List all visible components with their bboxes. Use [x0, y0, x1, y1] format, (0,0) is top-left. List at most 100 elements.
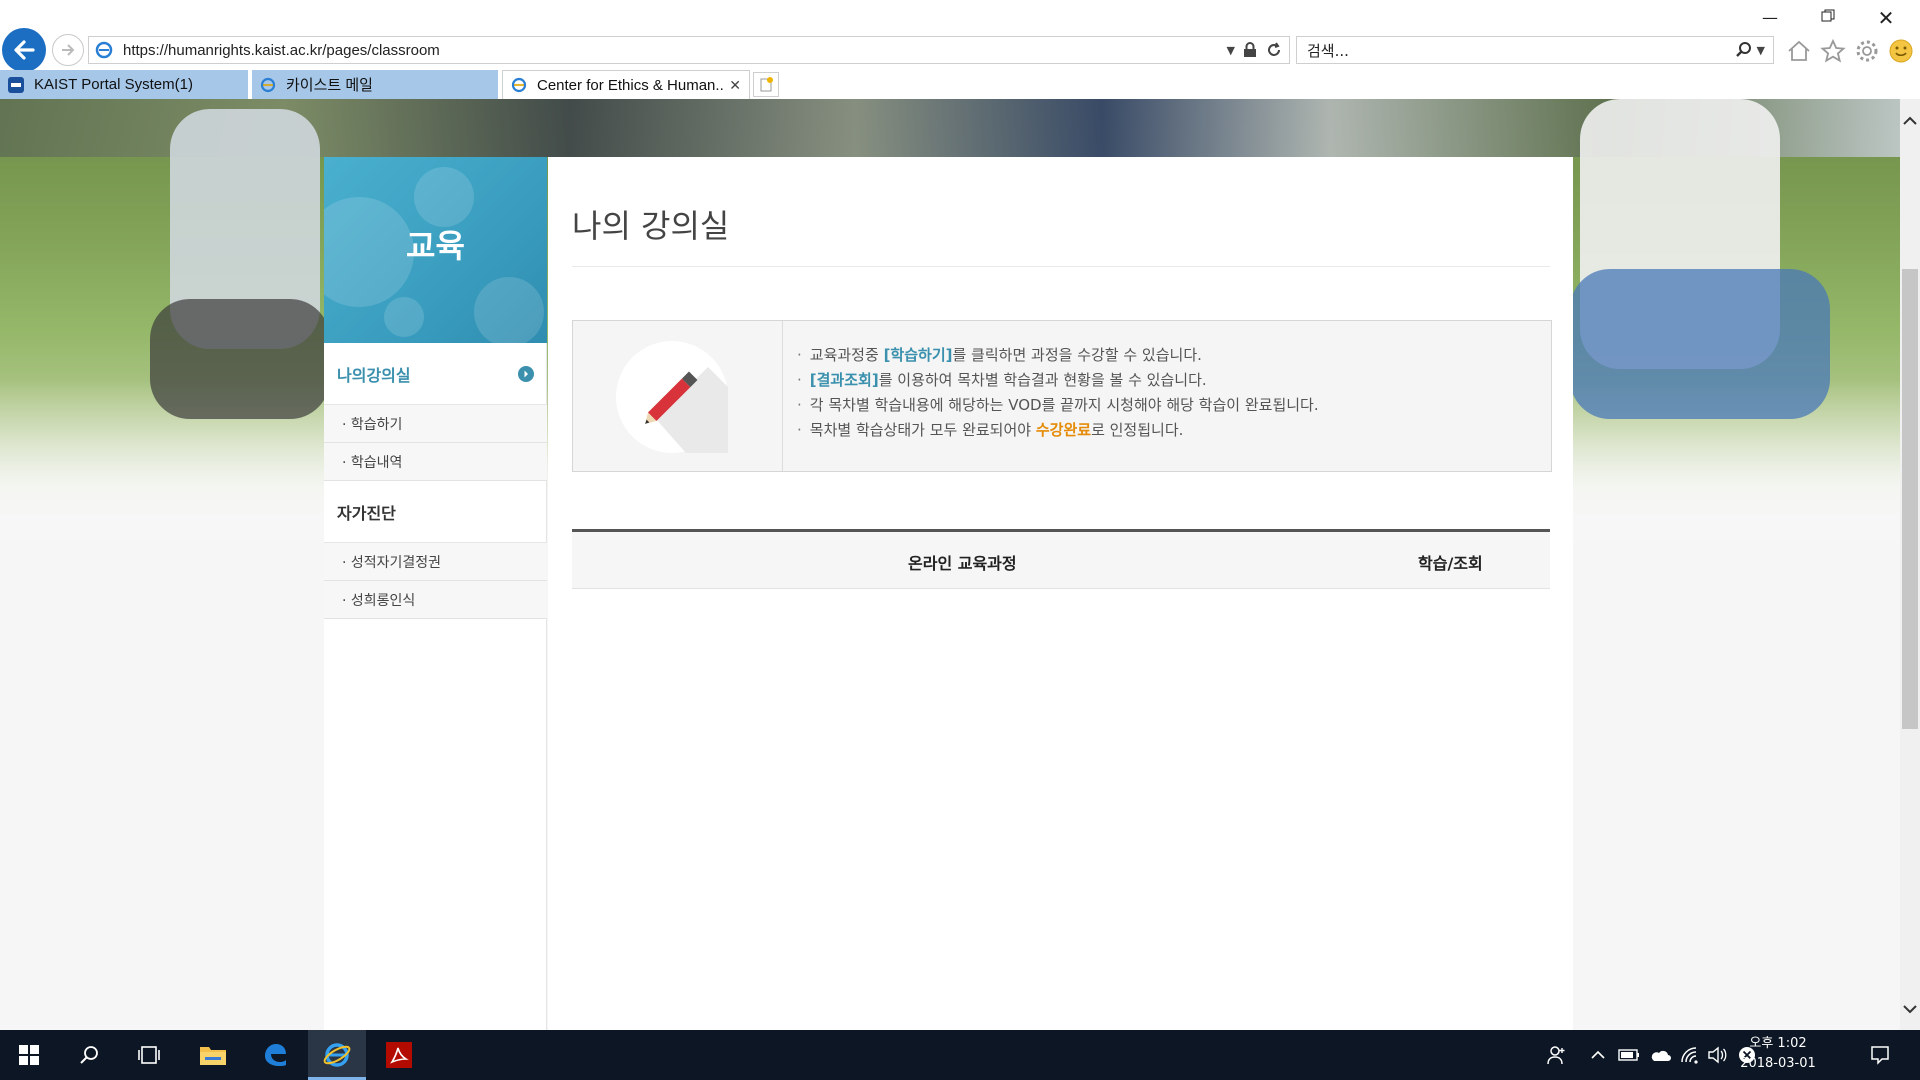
ie-page-icon [95, 41, 113, 59]
search-placeholder[interactable]: 검색... [1307, 40, 1735, 61]
sidebar-subitem-label: · 학습하기 [342, 416, 403, 433]
edge-button[interactable] [246, 1030, 304, 1080]
scroll-thumb[interactable] [1902, 269, 1918, 729]
feedback-smiley-icon[interactable] [1886, 36, 1916, 66]
acrobat-button[interactable] [370, 1030, 428, 1080]
tab-label: KAIST Portal System(1) [34, 76, 193, 93]
refresh-icon[interactable] [1265, 41, 1283, 59]
sidebar-subitem-label: · 성희롱인식 [342, 592, 416, 609]
tab-label: Center for Ethics & Human... [537, 76, 726, 94]
restore-icon [1821, 9, 1835, 22]
edge-icon [265, 1044, 286, 1066]
search-box[interactable]: 검색... ▼ [1296, 36, 1774, 64]
notice-line: · 교육과정중 [학습하기]를 클릭하면 과정을 수강할 수 있습니다. [797, 346, 1202, 364]
column-header-study-view: 학습/조회 [1418, 554, 1483, 573]
sidebar-banner-title: 교육 [406, 227, 465, 265]
forward-button[interactable] [52, 34, 84, 66]
new-tab-button[interactable] [753, 72, 779, 97]
notice-box: · 교육과정중 [학습하기]를 클릭하면 과정을 수강할 수 있습니다. · [결과… [572, 320, 1552, 472]
battery-icon[interactable] [1616, 1030, 1642, 1080]
address-dropdown-icon[interactable]: ▼ [1227, 44, 1235, 57]
back-button[interactable] [2, 28, 46, 72]
ie-page-icon [511, 77, 527, 93]
tab-close-icon[interactable]: ✕ [729, 77, 741, 94]
notice-line: · 각 목차별 학습내용에 해당하는 VOD를 끝까지 시청해야 해당 학습이 완… [797, 396, 1319, 414]
folder-icon [200, 1047, 226, 1065]
people-icon[interactable] [1542, 1030, 1572, 1080]
tab-strip: KAIST Portal System(1) 카이스트 메일 Center fo… [0, 70, 1920, 99]
completion-highlight: 수강완료 [1035, 421, 1092, 439]
internet-explorer-icon [323, 1043, 351, 1067]
action-center-button[interactable] [1862, 1030, 1898, 1080]
ie-page-icon [260, 77, 276, 92]
sidebar-item-label: 자가진단 [337, 503, 396, 523]
tab-kaist-portal[interactable]: KAIST Portal System(1) [0, 70, 248, 99]
favorites-star-icon[interactable] [1818, 36, 1848, 66]
settings-gear-icon[interactable] [1852, 36, 1882, 66]
main-content: 나의 강의실 · 교육과정중 [학습하기]를 클릭하면 과정을 수강할 수 있습… [548, 157, 1573, 1030]
sidebar-banner: 교육 [324, 157, 547, 343]
notice-line: · 목차별 학습상태가 모두 완료되어야 수강완료로 인정됩니다. [797, 421, 1184, 439]
page-title: 나의 강의실 [572, 207, 730, 245]
search-icon [80, 1046, 98, 1064]
start-button[interactable] [0, 1030, 58, 1080]
sidebar-item-self-diagnosis[interactable]: 자가진단 [324, 481, 547, 543]
tray-chevron-up-icon[interactable] [1586, 1030, 1610, 1080]
lock-icon[interactable] [1243, 42, 1257, 58]
clock-time: 오후 1:02 [1749, 1036, 1807, 1051]
close-window-button[interactable]: ✕ [1868, 6, 1904, 30]
onedrive-cloud-icon[interactable] [1646, 1030, 1674, 1080]
home-icon[interactable] [1784, 36, 1814, 66]
acrobat-icon [386, 1042, 412, 1068]
sidebar-item-label: 나의강의실 [337, 365, 411, 385]
back-arrow-icon [14, 40, 35, 60]
url-text[interactable]: https://humanrights.kaist.ac.kr/pages/cl… [123, 42, 1227, 59]
tab-center-ethics[interactable]: Center for Ethics & Human... ✕ [502, 70, 750, 99]
notice-line: · [결과조회]를 이용하여 목차별 학습결과 현황을 볼 수 있습니다. [797, 371, 1207, 389]
sidebar-subitem-study[interactable]: · 학습하기 [324, 405, 547, 443]
search-icon[interactable] [1735, 41, 1753, 59]
minimize-button[interactable]: — [1752, 6, 1788, 30]
system-clock[interactable]: 오후 1:02 2018-03-01 [1738, 1034, 1818, 1074]
vertical-scrollbar[interactable] [1900, 99, 1920, 1030]
search-dropdown-icon[interactable]: ▼ [1757, 44, 1765, 57]
sidebar-subitem-label: · 성적자기결정권 [342, 554, 442, 571]
scroll-up-icon[interactable] [1900, 111, 1920, 131]
sidebar-item-my-classroom[interactable]: 나의강의실 [324, 343, 547, 405]
volume-icon[interactable] [1704, 1030, 1730, 1080]
photo-person-shape [1570, 269, 1830, 419]
forward-arrow-icon [62, 44, 75, 56]
notice-list: · 교육과정중 [학습하기]를 클릭하면 과정을 수강할 수 있습니다. · [결과… [797, 343, 1319, 443]
scroll-down-icon[interactable] [1900, 999, 1920, 1019]
page-viewport: 교육 나의강의실 · 학습하기 · 학습내역 자가진단 · 성적자기결정권 · … [0, 99, 1900, 1030]
new-tab-icon [760, 77, 773, 92]
search-taskbar-button[interactable] [60, 1030, 118, 1080]
sidebar-subitem-label: · 학습내역 [342, 454, 403, 471]
windows-logo-icon [19, 1045, 39, 1065]
browser-chrome: — ✕ https://humanrights.kaist.ac.kr/page… [0, 0, 1920, 99]
sidebar: 교육 나의강의실 · 학습하기 · 학습내역 자가진단 · 성적자기결정권 · … [324, 157, 547, 1030]
sidebar-subitem-history[interactable]: · 학습내역 [324, 443, 547, 481]
tab-kaist-mail[interactable]: 카이스트 메일 [252, 70, 498, 99]
chevron-right-circle-icon [518, 365, 534, 382]
restore-button[interactable] [1810, 6, 1846, 30]
taskbar: 오후 1:02 2018-03-01 [0, 1030, 1920, 1080]
title-divider [572, 266, 1550, 267]
clock-date: 2018-03-01 [1740, 1056, 1816, 1071]
kaist-favicon-icon [8, 76, 24, 93]
study-link-text: [학습하기] [883, 346, 953, 364]
task-view-button[interactable] [120, 1030, 178, 1080]
internet-explorer-button[interactable] [308, 1030, 366, 1080]
address-bar[interactable]: https://humanrights.kaist.ac.kr/pages/cl… [88, 36, 1290, 64]
file-explorer-button[interactable] [184, 1030, 242, 1080]
sidebar-subitem-harassment-awareness[interactable]: · 성희롱인식 [324, 581, 547, 619]
tab-label: 카이스트 메일 [286, 77, 373, 94]
task-view-icon [138, 1046, 160, 1064]
sidebar-subitem-sexual-self-determination[interactable]: · 성적자기결정권 [324, 543, 547, 581]
course-table: 온라인 교육과정 학습/조회 [572, 529, 1550, 589]
notification-icon [1871, 1046, 1889, 1065]
notice-icon-circle [616, 341, 728, 453]
photo-person-shape [150, 299, 330, 419]
result-link-text: [결과조회] [809, 371, 879, 389]
wifi-icon[interactable] [1676, 1030, 1704, 1080]
